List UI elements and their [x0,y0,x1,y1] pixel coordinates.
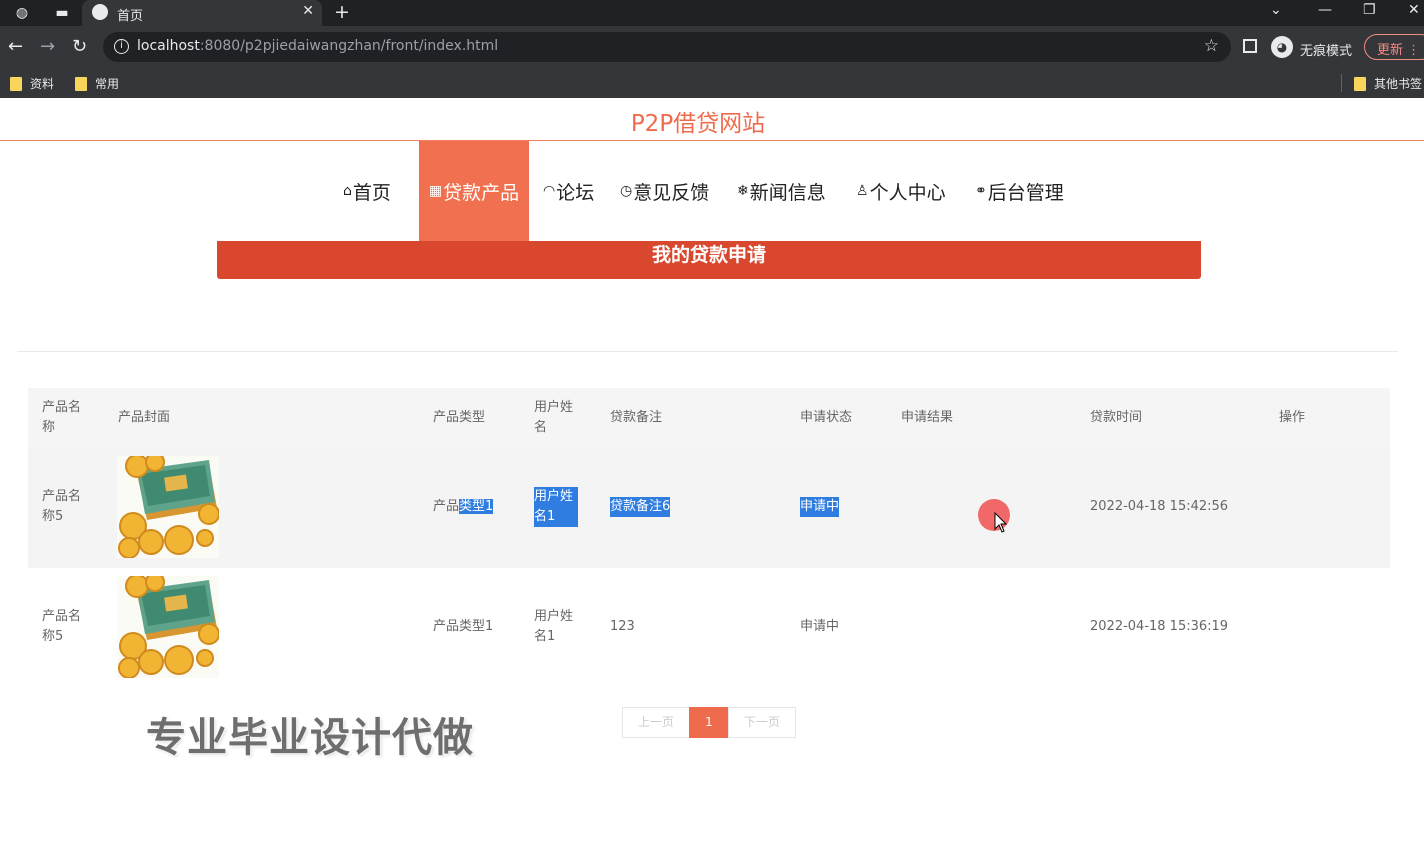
section-banner: 我的贷款申请 [217,241,1201,279]
cell-loan-time: 2022-04-18 15:36:19 [1090,619,1229,634]
th-user-name: 用户姓名 [534,400,574,435]
next-page-button[interactable]: 下一页 [728,707,796,738]
nav-item-admin[interactable]: ⚭ 后台管理 [975,141,1064,241]
nav-item-feedback[interactable]: ◷ 意见反馈 [620,141,709,241]
cell-apply-status: 申请中 [800,497,840,517]
cell-product-name: 产品名称5 [42,489,82,524]
th-loan-note: 贷款备注 [610,410,663,425]
browser-toolbar: ← → ↻ i localhost:8080/p2pjiedaiwangzhan… [0,26,1424,68]
nav-item-home[interactable]: ⌂ 首页 [343,141,391,241]
main-nav: ⌂ 首页 ▦ 贷款产品 ◠ 论坛 ◷ 意见反馈 ❄ 新闻信息 ♙ 个人中心 ⚭ 后台管理 [0,141,1424,241]
other-bookmarks[interactable]: 其他书签 [1354,75,1422,92]
update-button[interactable]: 更新 ⋮ [1364,34,1424,60]
user-icon: ♙ [856,183,869,199]
tab-title: 首页 [117,9,144,24]
info-icon[interactable]: i [114,39,129,54]
bookmark-separator [1341,74,1342,92]
address-bar[interactable]: i localhost:8080/p2pjiedaiwangzhan/front… [103,32,1231,62]
gauge-icon: ◠ [543,183,556,199]
bookmarks-bar: 资料 常用 其他书签 [0,68,1424,98]
home-icon: ⌂ [343,183,352,199]
tab-search-icon[interactable]: ▬ [52,3,72,23]
th-product-cover: 产品封面 [118,410,171,425]
chevron-down-icon[interactable]: ⌄ [1270,2,1282,18]
back-button[interactable]: ← [8,36,23,57]
table-row: 产品名称5 产品类型1 用户姓名1 贷款备注6 申请中 2022-04-18 1… [28,448,1390,568]
site-header: P2P借贷网站 [0,98,1424,141]
prev-page-button[interactable]: 上一页 [622,707,690,738]
mouse-pointer-icon [994,512,1008,533]
cell-apply-status: 申请中 [800,619,840,634]
cell-product-name: 产品名称5 [42,609,82,644]
th-apply-result: 申请结果 [901,410,954,425]
cell-loan-note: 123 [610,619,635,634]
browser-tab-bar: ◍ ▬ 首页 ✕ + ⌄ — ❐ ✕ [0,0,1424,26]
incognito-icon[interactable]: ◕ [1271,36,1293,58]
th-operation: 操作 [1279,410,1306,425]
cell-user-name: 用户姓名1 [534,609,574,644]
calendar-icon: ▦ [428,183,443,199]
folder-icon [1354,76,1366,91]
nav-item-loan-products[interactable]: ▦ 贷款产品 [419,141,529,241]
th-apply-status: 申请状态 [800,410,853,425]
window-close-button[interactable]: ✕ [1408,2,1420,18]
browser-tab[interactable]: 首页 ✕ [82,0,322,26]
nav-item-news[interactable]: ❄ 新闻信息 [737,141,826,241]
folder-icon [10,76,22,91]
cell-loan-time: 2022-04-18 15:42:56 [1090,499,1229,514]
forward-button[interactable]: → [40,36,55,57]
section-divider [17,351,1398,352]
snowflake-icon: ❄ [737,183,749,199]
cell-product-type: 产品类型1 [433,619,494,634]
minimize-button[interactable]: — [1318,2,1332,18]
th-product-type: 产品类型 [433,410,486,425]
nav-item-forum[interactable]: ◠ 论坛 [543,141,594,241]
url-text[interactable]: localhost:8080/p2pjiedaiwangzhan/front/i… [137,38,498,54]
table-row: 产品名称5 产品类型1 用户姓名1 123 申请中 2022-04-18 15:… [28,568,1390,688]
table-header: 产品名称 产品封面 产品类型 用户姓名 贷款备注 申请状态 申请结果 贷款时间 … [28,388,1390,448]
restore-button[interactable]: ❐ [1363,2,1376,18]
cell-product-type: 产品类型1 [433,499,494,514]
bookmark-folder-ziliao[interactable]: 资料 [10,75,54,92]
site-title: P2P借贷网站 [630,111,766,137]
close-icon[interactable]: ✕ [302,3,314,19]
browser-menu-icon[interactable]: ◍ [12,3,32,23]
new-tab-button[interactable]: + [334,1,350,23]
folder-icon [75,76,87,91]
page-1-button[interactable]: 1 [689,707,729,738]
th-loan-time: 贷款时间 [1090,410,1143,425]
side-panel-icon[interactable] [1243,39,1257,53]
th-product-name: 产品名称 [42,400,82,435]
bookmark-star-icon[interactable]: ☆ [1204,36,1219,56]
clock-icon: ◷ [620,183,633,199]
nav-item-personal-center[interactable]: ♙ 个人中心 [856,141,946,241]
money-coins-image [117,456,219,558]
globe-icon [92,4,108,20]
bookmark-folder-changyong[interactable]: 常用 [75,75,119,92]
cell-loan-note: 贷款备注6 [610,497,671,517]
watermark-text: 专业毕业设计代做 [146,715,474,761]
cell-user-name: 用户姓名1 [534,487,578,527]
money-coins-image [117,576,219,678]
reload-button[interactable]: ↻ [72,36,87,57]
incognito-label: 无痕模式 [1300,44,1353,59]
link-icon: ⚭ [975,183,987,199]
